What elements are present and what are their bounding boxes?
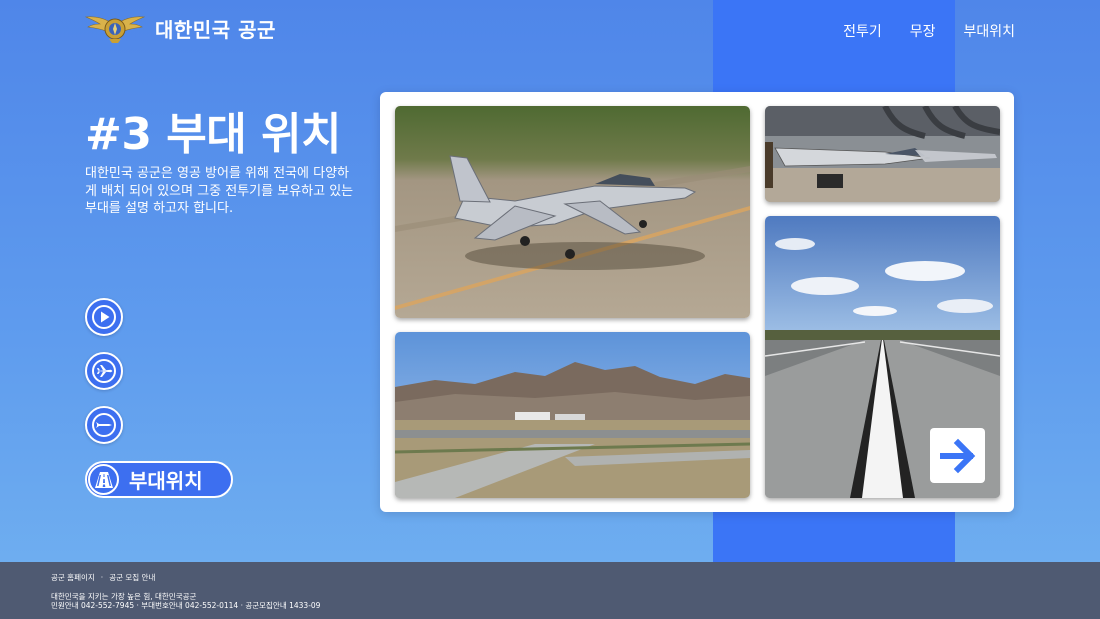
footer: 공군 홈페이지 · 공군 모집 안내 대한민국을 지키는 가장 높은 힘, 대한민국… [0,562,1100,619]
footer-links: 공군 홈페이지 · 공군 모집 안내 [51,572,155,583]
weapon-button[interactable] [85,406,123,444]
video-button[interactable] [85,298,123,336]
photo-trainer-jet[interactable] [395,106,750,318]
top-nav: 전투기 무장 부대위치 [843,21,1015,41]
footer-link-homepage[interactable]: 공군 홈페이지 [51,573,95,582]
photo-airbase[interactable] [395,332,750,498]
nav-fighters[interactable]: 전투기 [843,21,882,41]
photo-fighter-row[interactable] [765,106,1000,202]
base-location-button[interactable]: 부대위치 [85,461,233,498]
air-force-emblem-icon [85,16,145,43]
runway-icon [88,464,119,495]
footer-link-recruit[interactable]: 공군 모집 안내 [109,573,155,582]
nav-weapons[interactable]: 무장 [910,21,936,41]
missile-icon [92,413,116,437]
photo-runway[interactable] [765,216,1000,498]
nav-base-location[interactable]: 부대위치 [963,21,1015,41]
next-button[interactable] [930,428,985,483]
play-icon [92,305,116,329]
base-location-label: 부대위치 [129,469,203,493]
footer-contacts: 민원안내 042-552-7945 · 부대번호안내 042-552-0114 … [51,601,321,610]
brand-title: 대한민국 공군 [155,17,276,42]
photo-gallery [380,92,1014,512]
page-description: 대한민국 공군은 영공 방어를 위해 전국에 다양하게 배치 되어 있으며 그중… [85,166,354,216]
fighter-button[interactable] [85,352,123,390]
logo[interactable]: 대한민국 공군 [85,12,276,44]
jet-icon [92,359,116,383]
footer-separator: · [100,573,104,582]
arrow-right-icon [939,438,975,473]
page-title: #3 부대 위치 [85,109,342,160]
